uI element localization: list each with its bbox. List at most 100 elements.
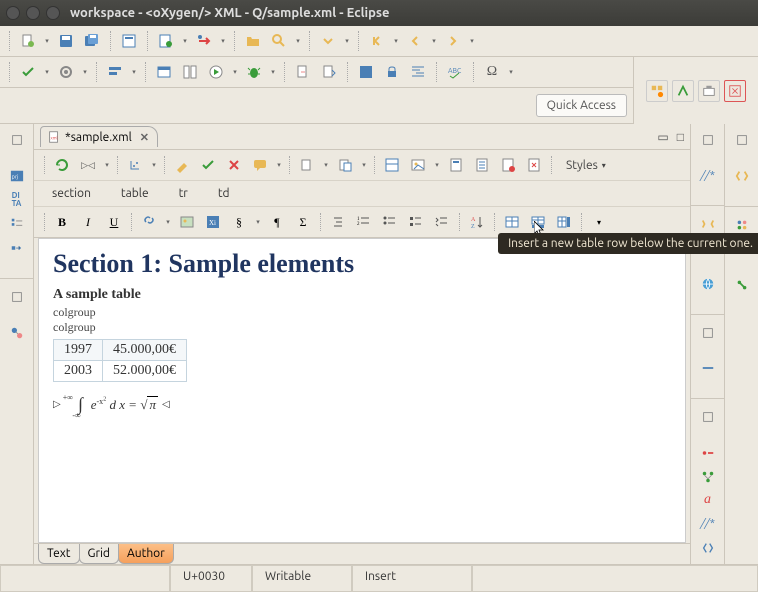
file-tab-sample[interactable]: xml *sample.xml ✕ [40,126,158,147]
breadcrumb-section[interactable]: section [46,185,97,202]
switch-editor-button[interactable] [118,30,140,52]
maximize-window-button[interactable] [46,6,60,20]
insert-image-button[interactable] [407,154,429,176]
new-dropdown[interactable]: ▾ [43,31,51,51]
transformation-view-icon[interactable] [7,238,27,258]
minimize-editor-icon[interactable]: ▭ [657,130,668,144]
xpath-button[interactable] [104,61,126,83]
maximize-editor-icon[interactable]: □ [677,130,684,144]
restore-view-3-icon[interactable] [698,407,718,427]
cell-amount-1[interactable]: 45.000,00€ [103,340,187,361]
link-button[interactable] [138,211,160,233]
search-button[interactable] [268,30,290,52]
run-button[interactable] [205,61,227,83]
restore-view-icon[interactable] [698,130,718,150]
refactor-button[interactable] [292,61,314,83]
open-button[interactable] [242,30,264,52]
palette-view-icon[interactable] [698,358,718,378]
dita-view-icon[interactable]: DITA [7,190,27,210]
new-button[interactable] [17,30,39,52]
link-view-icon[interactable] [732,275,752,295]
insert-equation-button[interactable] [497,154,519,176]
breadcrumb-td[interactable]: td [212,185,236,202]
insert-pilcrow-button[interactable]: ¶ [266,211,288,233]
restore-view-r2-icon[interactable] [732,130,752,150]
italic-button[interactable]: I [77,211,99,233]
insert-row-below-button[interactable] [527,211,549,233]
spelling-button[interactable]: ABC [444,61,466,83]
insert-para-symbol-button[interactable]: § [228,211,250,233]
open-perspective-button[interactable] [646,80,668,102]
xslt-view-icon[interactable]: //* [698,514,718,534]
insert-section-button[interactable] [445,154,467,176]
transform-button[interactable] [193,30,215,52]
math-equation[interactable]: ▷ +∞ ∫ -∞ e-x2 d x = √π ◁ [53,394,671,415]
bold-button[interactable]: B [51,211,73,233]
lock-button[interactable] [381,61,403,83]
restore-view-2-icon[interactable] [698,323,718,343]
view-tab-grid[interactable]: Grid [79,544,119,564]
close-tab-icon[interactable]: ✕ [140,131,149,144]
external-tools-button[interactable] [153,61,175,83]
underline-button[interactable]: U [103,211,125,233]
accept-change-button[interactable] [197,154,219,176]
insert-math-button[interactable]: Σ [292,211,314,233]
sample-table[interactable]: 199745.000,00€ 200352.000,00€ [53,339,187,382]
xslt-debug-view-icon[interactable]: //* [698,166,718,186]
nav-back-button[interactable] [404,30,426,52]
breadcrumb-table[interactable]: table [115,185,155,202]
close-window-button[interactable] [6,6,20,20]
outline-view-icon[interactable] [7,214,27,234]
insert-list-item-button[interactable] [327,211,349,233]
components-view-icon[interactable] [732,215,752,235]
nav-last-button[interactable] [366,30,388,52]
save-all-button[interactable] [81,30,103,52]
compare-button[interactable] [179,61,201,83]
xslt-perspective-button[interactable] [698,80,720,102]
cell-amount-2[interactable]: 52.000,00€ [103,361,187,382]
track-changes-button[interactable] [171,154,193,176]
refresh-button[interactable] [51,154,73,176]
insert-table-button[interactable] [501,211,523,233]
attr-view-icon[interactable]: a [698,491,718,511]
procedure-list-button[interactable] [431,211,453,233]
cell-year-2[interactable]: 2003 [54,361,103,382]
view-tab-author[interactable]: Author [118,544,174,564]
oxygen-perspective-button[interactable] [672,80,694,102]
code-templates-view-icon[interactable] [732,166,752,186]
model-view-icon[interactable] [7,323,27,343]
project-view-icon[interactable]: prj [7,166,27,186]
config-transform-button[interactable] [55,61,77,83]
debug-button[interactable] [243,61,265,83]
insert-list-button-2[interactable] [471,154,493,176]
save-button[interactable] [55,30,77,52]
profiling-button[interactable] [124,154,146,176]
variable-list-button[interactable] [405,211,427,233]
paste-button[interactable] [334,154,356,176]
insert-xinclude-button[interactable]: Xi [202,211,224,233]
validate-button[interactable] [155,30,177,52]
nav-down-button[interactable] [317,30,339,52]
pretty-print-button[interactable] [355,61,377,83]
tags-display-button[interactable]: ▷◁ [77,154,99,176]
minimize-window-button[interactable] [26,6,40,20]
insert-image-inline-button[interactable] [176,211,198,233]
insert-char-button[interactable]: Ω [481,61,503,83]
xquery-perspective-button[interactable] [724,80,746,102]
sort-button[interactable]: AZ [466,211,488,233]
minimize2-icon[interactable] [7,287,27,307]
reject-change-button[interactable] [223,154,245,176]
insert-para-button[interactable] [381,154,403,176]
view-tab-text[interactable]: Text [38,544,80,564]
ordered-list-button[interactable]: 12 [353,211,375,233]
comment-button[interactable] [249,154,271,176]
nav-fwd-button[interactable] [442,30,464,52]
itemized-list-button[interactable] [379,211,401,233]
author-editor-content[interactable]: Section 1: Sample elements A sample tabl… [38,238,686,543]
more-dropdown[interactable]: ▾ [588,211,610,233]
minimize-view-icon[interactable] [7,130,27,150]
generate-button[interactable] [318,61,340,83]
results-view-icon[interactable] [698,443,718,463]
indent-button[interactable] [407,61,429,83]
insert-xref-button[interactable] [523,154,545,176]
